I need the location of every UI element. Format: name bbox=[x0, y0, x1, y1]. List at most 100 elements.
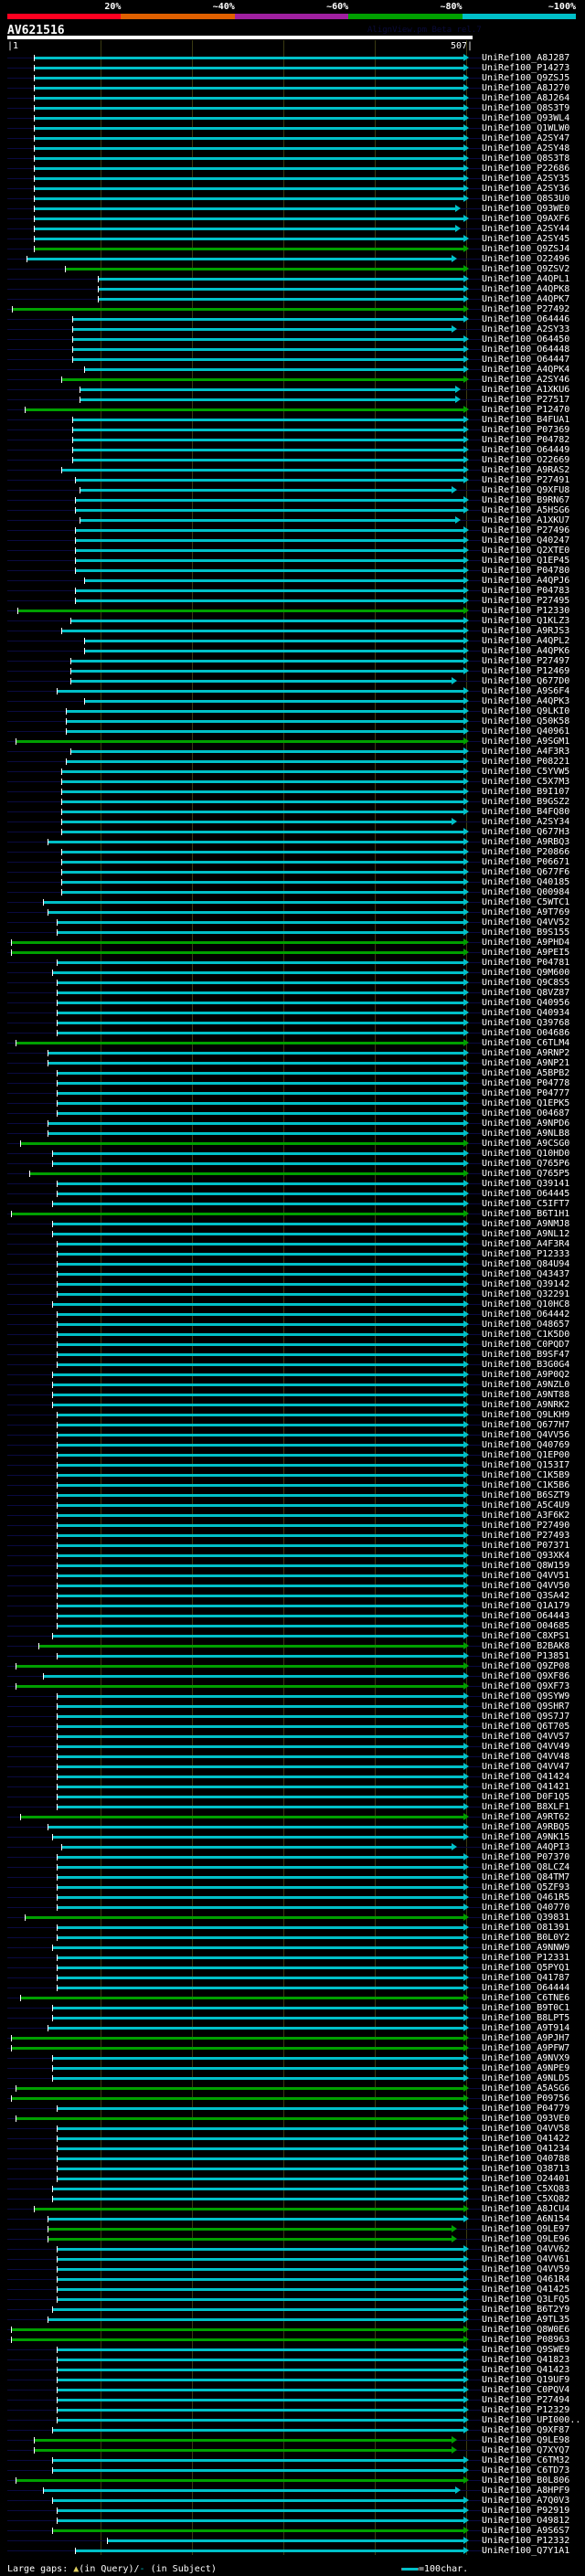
alignment-row[interactable]: UniRef100_O64448 bbox=[0, 345, 585, 355]
hit-label[interactable]: UniRef100_A9PHD4 bbox=[482, 938, 569, 948]
hit-label[interactable]: UniRef100_Q8W0E6 bbox=[482, 2325, 569, 2335]
hit-label[interactable]: UniRef100_Q6T705 bbox=[482, 1722, 569, 1732]
alignment-bar[interactable] bbox=[33, 167, 463, 170]
alignment-row[interactable]: UniRef100_A6N154 bbox=[0, 2214, 585, 2224]
hit-label[interactable]: UniRef100_Q4VV59 bbox=[482, 2264, 569, 2274]
alignment-bar[interactable] bbox=[106, 2539, 463, 2542]
hit-label[interactable]: UniRef100_B6SZT9 bbox=[482, 1490, 569, 1500]
hit-label[interactable]: UniRef100_Q4VV48 bbox=[482, 1752, 569, 1762]
hit-label[interactable]: UniRef100_A9PFW7 bbox=[482, 2043, 569, 2053]
hit-label[interactable]: UniRef100_Q4VV49 bbox=[482, 1742, 569, 1752]
hit-label[interactable]: UniRef100_C0PQD7 bbox=[482, 1340, 569, 1350]
hit-label[interactable]: UniRef100_Q7Y1A1 bbox=[482, 2546, 569, 2556]
alignment-row[interactable]: UniRef100_A9NK15 bbox=[0, 1832, 585, 1842]
alignment-bar[interactable] bbox=[51, 1836, 463, 1839]
alignment-row[interactable]: UniRef100_B9GSZ2 bbox=[0, 797, 585, 807]
alignment-row[interactable]: UniRef100_P14273 bbox=[0, 63, 585, 73]
alignment-bar[interactable] bbox=[60, 811, 463, 813]
alignment-bar[interactable] bbox=[56, 1625, 463, 1627]
hit-label[interactable]: UniRef100_C5YVW5 bbox=[482, 767, 569, 777]
alignment-row[interactable]: UniRef100_A5ASG6 bbox=[0, 2083, 585, 2094]
hit-label[interactable]: UniRef100_Q8S3T8 bbox=[482, 154, 569, 164]
hit-label[interactable]: UniRef100_Q39768 bbox=[482, 1018, 569, 1028]
alignment-bar[interactable] bbox=[56, 1424, 463, 1426]
hit-label[interactable]: UniRef100_Q41421 bbox=[482, 1782, 569, 1792]
alignment-bar[interactable] bbox=[47, 1062, 463, 1065]
hit-label[interactable]: UniRef100_P04781 bbox=[482, 958, 569, 968]
alignment-bar[interactable] bbox=[56, 1182, 463, 1185]
alignment-bar[interactable] bbox=[60, 871, 463, 874]
hit-label[interactable]: UniRef100_P12332 bbox=[482, 2536, 569, 2546]
alignment-bar[interactable] bbox=[65, 720, 463, 723]
hit-label[interactable]: UniRef100_Q9ZSJ5 bbox=[482, 73, 569, 83]
hit-label[interactable]: UniRef100_O64442 bbox=[482, 1309, 569, 1320]
hit-label[interactable]: UniRef100_Q677H3 bbox=[482, 827, 569, 837]
alignment-bar[interactable] bbox=[56, 690, 463, 693]
alignment-row[interactable]: UniRef100_B4FUA1 bbox=[0, 415, 585, 425]
hit-label[interactable]: UniRef100_A6N154 bbox=[482, 2214, 569, 2224]
alignment-row[interactable]: UniRef100_A2SY46 bbox=[0, 375, 585, 385]
alignment-bar[interactable] bbox=[83, 368, 463, 371]
hit-label[interactable]: UniRef100_Q93WE0 bbox=[482, 204, 569, 214]
alignment-bar[interactable] bbox=[69, 620, 463, 622]
hit-label[interactable]: UniRef100_A9NPE9 bbox=[482, 2063, 569, 2073]
alignment-bar[interactable] bbox=[74, 539, 463, 542]
hit-label[interactable]: UniRef100_A2SY35 bbox=[482, 174, 569, 184]
alignment-row[interactable]: UniRef100_O64443 bbox=[0, 1611, 585, 1621]
alignment-bar[interactable] bbox=[56, 1193, 463, 1195]
hit-label[interactable]: UniRef100_A4QPK8 bbox=[482, 284, 569, 294]
alignment-row[interactable]: UniRef100_B9S155 bbox=[0, 928, 585, 938]
hit-label[interactable]: UniRef100_B0L806 bbox=[482, 2475, 569, 2486]
alignment-row[interactable]: UniRef100_P04781 bbox=[0, 958, 585, 968]
hit-label[interactable]: UniRef100_Q9LKI0 bbox=[482, 706, 569, 716]
alignment-bar[interactable] bbox=[51, 2077, 463, 2080]
hit-label[interactable]: UniRef100_Q8VZ87 bbox=[482, 988, 569, 998]
alignment-bar[interactable] bbox=[56, 1343, 463, 1346]
alignment-row[interactable]: UniRef100_P09756 bbox=[0, 2094, 585, 2104]
hit-label[interactable]: UniRef100_Q1EPK5 bbox=[482, 1098, 569, 1108]
alignment-bar[interactable] bbox=[71, 429, 463, 431]
alignment-bar[interactable] bbox=[69, 660, 463, 663]
alignment-bar[interactable] bbox=[47, 1132, 463, 1135]
alignment-bar[interactable] bbox=[97, 278, 463, 281]
alignment-bar[interactable] bbox=[56, 1464, 463, 1467]
alignment-row[interactable]: UniRef100_C6TNE6 bbox=[0, 1993, 585, 2003]
hit-label[interactable]: UniRef100_O64444 bbox=[482, 1983, 569, 1993]
alignment-bar[interactable] bbox=[56, 2127, 463, 2130]
alignment-row[interactable]: UniRef100_Q7XYQ7 bbox=[0, 2445, 585, 2455]
hit-label[interactable]: UniRef100_B8LPT5 bbox=[482, 2013, 569, 2023]
alignment-row[interactable]: UniRef100_A9NRK2 bbox=[0, 1400, 585, 1410]
alignment-row[interactable]: UniRef100_Q9LE96 bbox=[0, 2234, 585, 2244]
hit-label[interactable]: UniRef100_Q9XF73 bbox=[482, 1681, 569, 1691]
alignment-row[interactable]: UniRef100_P04783 bbox=[0, 586, 585, 596]
alignment-row[interactable]: UniRef100_A9PHD4 bbox=[0, 938, 585, 948]
alignment-row[interactable]: UniRef100_Q6T705 bbox=[0, 1722, 585, 1732]
alignment-bar[interactable] bbox=[56, 1333, 463, 1336]
alignment-bar[interactable] bbox=[33, 117, 463, 120]
alignment-row[interactable]: UniRef100_Q8W159 bbox=[0, 1561, 585, 1571]
alignment-bar[interactable] bbox=[56, 2359, 463, 2361]
alignment-bar[interactable] bbox=[33, 217, 463, 220]
alignment-bar[interactable] bbox=[33, 238, 463, 240]
alignment-bar[interactable] bbox=[56, 1072, 463, 1075]
alignment-bar[interactable] bbox=[56, 1524, 463, 1527]
alignment-row[interactable]: UniRef100_O64450 bbox=[0, 334, 585, 345]
alignment-row[interactable]: UniRef100_A2SY33 bbox=[0, 324, 585, 334]
alignment-row[interactable]: UniRef100_A9S6S7 bbox=[0, 2526, 585, 2536]
alignment-row[interactable]: UniRef100_A5HSG6 bbox=[0, 505, 585, 515]
alignment-row[interactable]: UniRef100_A9NT88 bbox=[0, 1390, 585, 1400]
hit-label[interactable]: UniRef100_P20866 bbox=[482, 847, 569, 857]
alignment-row[interactable]: UniRef100_A9T769 bbox=[0, 907, 585, 917]
alignment-bar[interactable] bbox=[56, 1454, 463, 1457]
alignment-row[interactable]: UniRef100_P12331 bbox=[0, 1953, 585, 1963]
hit-label[interactable]: UniRef100_P12331 bbox=[482, 1953, 569, 1963]
hit-label[interactable]: UniRef100_P13851 bbox=[482, 1651, 569, 1661]
hit-label[interactable]: UniRef100_Q9C8S5 bbox=[482, 978, 569, 988]
alignment-bar[interactable] bbox=[56, 1906, 463, 1909]
hit-label[interactable]: UniRef100_Q4VV50 bbox=[482, 1581, 569, 1591]
hit-label[interactable]: UniRef100_Q00984 bbox=[482, 887, 569, 897]
alignment-row[interactable]: UniRef100_O64445 bbox=[0, 1189, 585, 1199]
alignment-bar[interactable] bbox=[37, 1645, 463, 1648]
alignment-bar[interactable] bbox=[79, 388, 456, 391]
alignment-bar[interactable] bbox=[51, 2017, 463, 2019]
